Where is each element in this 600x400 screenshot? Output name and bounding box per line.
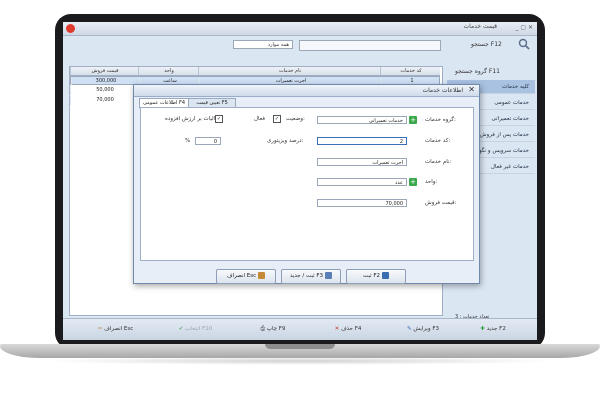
window-title: قیمت خدمات bbox=[463, 23, 498, 30]
name-label: نام خدمات: bbox=[425, 159, 452, 165]
service-info-dialog: اطلاعات خدمات ✕ اطلاعات عمومی F4 تعیین ق… bbox=[133, 84, 480, 284]
discount-label: درصد ویزیتوری: bbox=[267, 138, 304, 144]
window-titlebar: قیمت خدمات _ ▢ ✕ bbox=[63, 22, 537, 36]
print-button[interactable]: ⎙ چاپ F9 bbox=[243, 323, 303, 336]
name-field[interactable]: اجرت تعمیرات bbox=[317, 158, 407, 166]
vat-label: مالیات بر ارزش افزوده bbox=[165, 116, 219, 122]
unit-field[interactable]: عدد bbox=[317, 178, 407, 186]
dialog-cancel-button[interactable]: انصراف Esc bbox=[216, 269, 276, 284]
close-icon[interactable]: ✕ bbox=[468, 85, 475, 94]
print-button-label: چاپ F9 bbox=[266, 326, 286, 332]
app-logo-icon bbox=[66, 24, 75, 33]
laptop-notch bbox=[265, 344, 335, 349]
save-icon bbox=[382, 272, 389, 279]
new-button[interactable]: ✚ جدید F2 bbox=[463, 323, 523, 336]
search-label: جستجو F12 bbox=[471, 41, 502, 48]
save-new-button-label: ثبت / جدید F3 bbox=[289, 273, 324, 279]
table-header: قیمت فروش واحد نام خدمات کد خدمات bbox=[70, 67, 440, 76]
exit-icon bbox=[258, 272, 266, 279]
discount-unit: % bbox=[185, 138, 191, 144]
search-icon[interactable] bbox=[518, 38, 530, 50]
unit-label: واحد: bbox=[425, 179, 438, 185]
search-toolbar: همه موارد جستجو F12 bbox=[63, 38, 537, 54]
general-info-panel: گروه خدمات: + خدمات تعمیراتی وضعیت: فعال… bbox=[140, 107, 474, 261]
group-field[interactable]: خدمات تعمیراتی bbox=[317, 116, 407, 124]
filter-select[interactable]: همه موارد bbox=[233, 40, 293, 49]
save-new-button[interactable]: ثبت / جدید F3 bbox=[281, 269, 341, 284]
dialog-title: اطلاعات خدمات bbox=[422, 87, 463, 94]
bottom-toolbar: ✚ جدید F2 ✎ ویرایش F3 ✕ حذف F4 ⎙ چاپ F9 … bbox=[63, 318, 537, 340]
code-label: کد خدمات: bbox=[425, 138, 451, 144]
add-group-icon[interactable]: + bbox=[409, 116, 417, 124]
price-label: قیمت فروش: bbox=[425, 200, 457, 206]
new-button-label: جدید F2 bbox=[486, 326, 506, 332]
dialog-titlebar: اطلاعات خدمات ✕ bbox=[134, 85, 479, 97]
select-button-label: انتخاب F10 bbox=[185, 326, 213, 332]
active-checkbox[interactable]: ✓ bbox=[273, 115, 281, 123]
cancel-button-label: انصراف Esc bbox=[104, 326, 134, 332]
cancel-button[interactable]: ⇦ انصراف Esc bbox=[83, 323, 148, 336]
cell-price: 70,000 bbox=[70, 96, 139, 105]
save-button-label: ثبت F2 bbox=[362, 273, 380, 279]
column-header-unit[interactable]: واحد bbox=[138, 67, 199, 75]
discount-field[interactable]: 0 bbox=[195, 137, 221, 145]
laptop-shadow bbox=[40, 357, 560, 365]
price-field[interactable]: 70,000 bbox=[317, 199, 407, 207]
search-input[interactable] bbox=[299, 40, 441, 51]
app-screen: قیمت خدمات _ ▢ ✕ همه موارد جستجو F12 گرو… bbox=[63, 22, 537, 340]
sidebar-header: گروه جستجو F11 bbox=[455, 68, 500, 75]
active-label: فعال bbox=[254, 116, 265, 122]
code-field[interactable]: 2 bbox=[317, 137, 407, 145]
select-button[interactable]: ✔ انتخاب F10 bbox=[163, 323, 228, 336]
add-unit-icon[interactable]: + bbox=[409, 178, 417, 186]
delete-button[interactable]: ✕ حذف F4 bbox=[318, 323, 378, 336]
edit-button-label: ویرایش F3 bbox=[413, 326, 440, 332]
edit-button[interactable]: ✎ ویرایش F3 bbox=[393, 323, 453, 336]
save-button[interactable]: ثبت F2 bbox=[346, 269, 406, 284]
dialog-cancel-button-label: انصراف Esc bbox=[226, 273, 257, 279]
delete-button-label: حذف F4 bbox=[340, 326, 362, 332]
window-controls[interactable]: _ ▢ ✕ bbox=[515, 24, 533, 31]
cell-price: 50,000 bbox=[70, 86, 139, 95]
cell-price: 300,000 bbox=[71, 77, 140, 86]
status-label: وضعیت: bbox=[286, 116, 305, 122]
save-new-icon bbox=[325, 272, 333, 279]
column-header-price[interactable]: قیمت فروش bbox=[70, 67, 139, 75]
group-label: گروه خدمات: bbox=[425, 117, 456, 123]
column-header-name[interactable]: نام خدمات bbox=[198, 67, 381, 75]
column-header-code[interactable]: کد خدمات bbox=[380, 67, 441, 75]
vat-checkbox[interactable]: ✓ bbox=[215, 115, 223, 123]
